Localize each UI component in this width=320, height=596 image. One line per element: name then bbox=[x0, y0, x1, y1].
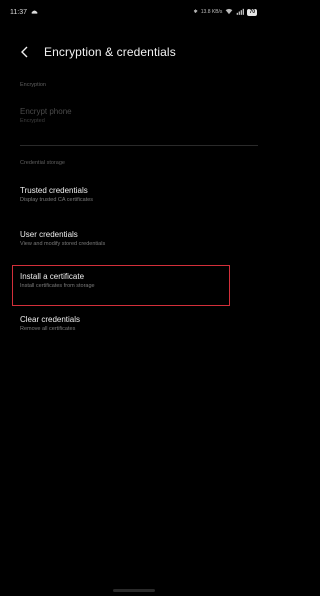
row-title: Encrypt phone bbox=[20, 107, 72, 116]
row-subtitle: Encrypted bbox=[20, 118, 45, 124]
section-divider bbox=[20, 145, 258, 146]
status-bar: 11:37 ✱ 13.8 KB/s 70 bbox=[0, 0, 267, 24]
signal-icon bbox=[236, 8, 245, 17]
row-subtitle: View and modify stored credentials bbox=[20, 241, 106, 247]
row-title: Clear credentials bbox=[20, 315, 81, 324]
page-title: Encryption & credentials bbox=[44, 45, 176, 59]
clear-credentials-item[interactable]: Clear credentials Remove all certificate… bbox=[20, 314, 250, 334]
section-label-credential-storage: Credential storage bbox=[20, 160, 65, 166]
section-label-encryption: Encryption bbox=[20, 82, 46, 88]
encrypt-phone-item: Encrypt phone Encrypted bbox=[20, 106, 250, 126]
header: Encryption & credentials bbox=[0, 40, 267, 64]
install-certificate-item[interactable]: Install a certificate Install certificat… bbox=[20, 271, 250, 291]
notification-icon bbox=[31, 8, 38, 17]
network-speed: 13.8 KB/s bbox=[200, 9, 223, 15]
row-subtitle: Remove all certificates bbox=[20, 326, 76, 332]
back-arrow-icon[interactable] bbox=[14, 41, 36, 63]
row-title: User credentials bbox=[20, 230, 78, 239]
row-subtitle: Install certificates from storage bbox=[20, 283, 95, 289]
status-left: 11:37 bbox=[10, 8, 38, 17]
row-subtitle: Display trusted CA certificates bbox=[20, 197, 94, 203]
wifi-icon bbox=[225, 8, 233, 17]
row-title: Install a certificate bbox=[20, 272, 85, 281]
navigation-handle[interactable] bbox=[113, 589, 155, 592]
battery-icon: 70 bbox=[247, 8, 257, 16]
trusted-credentials-item[interactable]: Trusted credentials Display trusted CA c… bbox=[20, 185, 250, 205]
status-right: ✱ 13.8 KB/s 70 bbox=[194, 8, 257, 17]
bluetooth-icon: ✱ bbox=[193, 9, 198, 15]
row-title: Trusted credentials bbox=[20, 186, 88, 195]
user-credentials-item[interactable]: User credentials View and modify stored … bbox=[20, 229, 250, 249]
status-time: 11:37 bbox=[10, 8, 27, 16]
